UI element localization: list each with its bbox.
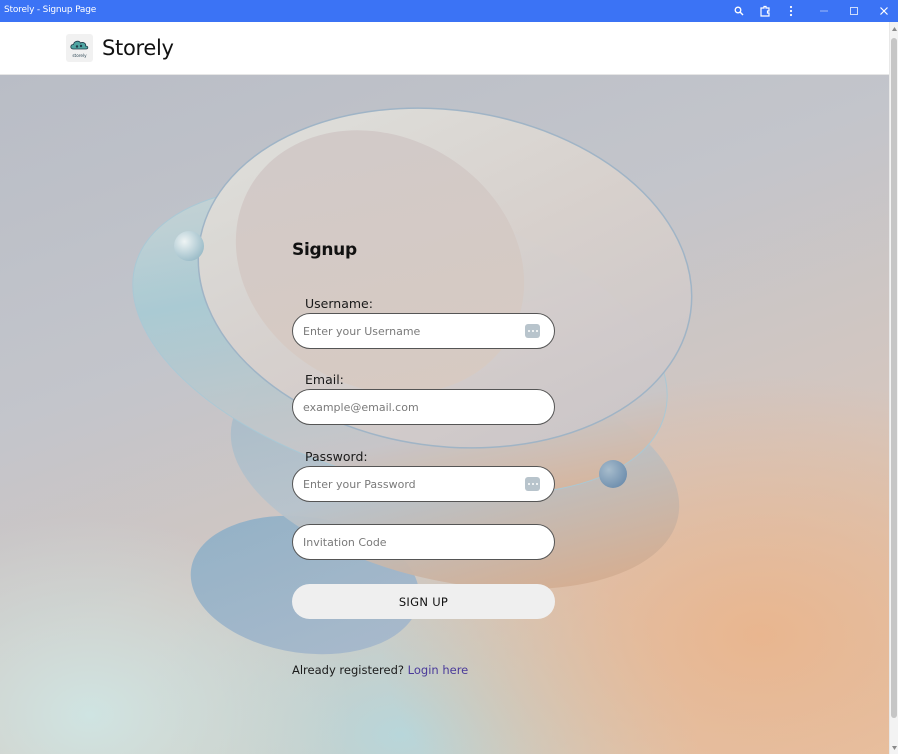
cloud-logo-icon[interactable]: storely (66, 34, 93, 62)
maximize-icon[interactable] (841, 0, 867, 22)
signup-button[interactable]: SIGN UP (292, 584, 555, 619)
window-title: Storely - Signup Page (4, 5, 97, 15)
username-field-wrapper (292, 313, 555, 349)
zoom-icon[interactable] (726, 0, 752, 22)
minimize-icon[interactable] (811, 0, 837, 22)
username-label: Username: (305, 296, 373, 311)
scroll-thumb[interactable] (891, 38, 897, 718)
email-label: Email: (305, 372, 344, 387)
window-titlebar: Storely - Signup Page (0, 0, 898, 22)
password-label: Password: (305, 449, 368, 464)
email-input[interactable] (303, 390, 523, 424)
password-input[interactable] (303, 467, 523, 501)
email-field-wrapper (292, 389, 555, 425)
scroll-up-icon[interactable] (891, 25, 898, 33)
login-link[interactable]: Login here (408, 663, 469, 677)
more-menu-icon[interactable] (778, 0, 804, 22)
page-scrollbar[interactable] (889, 22, 898, 754)
form-title: Signup (292, 240, 357, 260)
app-header: storely Storely (0, 22, 889, 75)
password-field-wrapper (292, 466, 555, 502)
login-prompt-text: Already registered? (292, 663, 404, 677)
username-input[interactable] (303, 314, 523, 348)
login-prompt: Already registered? Login here (292, 663, 468, 677)
invitation-field-wrapper (292, 524, 555, 560)
brand-name[interactable]: Storely (102, 36, 174, 60)
extension-icon[interactable] (752, 0, 778, 22)
invitation-code-input[interactable] (303, 525, 523, 559)
password-manager-icon[interactable] (525, 477, 540, 491)
password-manager-icon[interactable] (525, 324, 540, 338)
scroll-down-icon[interactable] (891, 744, 898, 752)
close-icon[interactable] (871, 0, 897, 22)
logo-text: storely (72, 53, 87, 58)
